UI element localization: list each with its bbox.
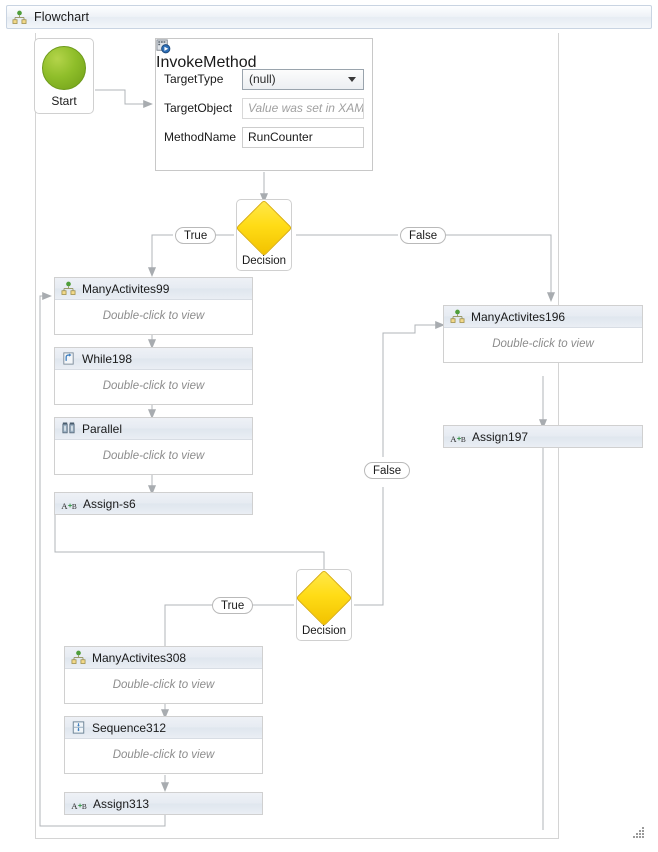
- svg-text:A: A: [450, 434, 457, 444]
- flowchart-icon: [12, 10, 27, 25]
- invoke-method-node[interactable]: InvokeMethod TargetType (null) TargetObj…: [155, 38, 373, 171]
- flowchart-designer: Flowchart: [0, 0, 658, 852]
- activity-node-many-activites-196[interactable]: ManyActivites196 Double-click to view: [443, 305, 643, 363]
- edge-label-false-2: False: [364, 462, 410, 479]
- assign-icon: A B: [71, 798, 85, 809]
- target-type-combobox[interactable]: (null): [242, 69, 364, 90]
- property-label-target-object: TargetObject: [164, 101, 242, 115]
- svg-text:B: B: [461, 435, 466, 444]
- activity-node-assign-s6[interactable]: A B Assign-s6: [54, 492, 253, 515]
- activity-node-many-activites-308[interactable]: ManyActivites308 Double-click to view: [64, 646, 263, 704]
- chevron-down-icon: [348, 77, 356, 82]
- designer-title-bar: Flowchart: [6, 5, 652, 29]
- activity-node-many-activites-99[interactable]: ManyActivites99 Double-click to view: [54, 277, 253, 335]
- node-hint: Double-click to view: [103, 450, 205, 462]
- node-hint: Double-click to view: [113, 749, 215, 761]
- node-hint: Double-click to view: [492, 338, 594, 350]
- svg-text:B: B: [82, 802, 87, 811]
- node-title: Sequence312: [92, 721, 166, 735]
- target-type-value: (null): [249, 72, 276, 86]
- invoke-method-property-grid: TargetType (null) TargetObject Value was…: [156, 62, 372, 148]
- node-hint: Double-click to view: [103, 310, 205, 322]
- decision-diamond-icon: [236, 200, 293, 257]
- edge-label-false-1: False: [400, 227, 446, 244]
- edge-label-true-2: True: [212, 597, 253, 614]
- edge-label-true-1: True: [175, 227, 216, 244]
- decision-node-1[interactable]: Decision: [236, 199, 292, 271]
- method-name-input[interactable]: RunCounter: [242, 127, 364, 148]
- parallel-icon: [61, 421, 76, 436]
- activity-node-sequence-312[interactable]: Sequence312 Double-click to view: [64, 716, 263, 774]
- node-title: Parallel: [82, 422, 122, 436]
- many-activities-icon: [61, 281, 76, 296]
- start-label: Start: [51, 94, 76, 108]
- resize-grip-icon[interactable]: [633, 827, 645, 839]
- node-title: ManyActivites196: [471, 310, 565, 324]
- invoke-method-icon: [156, 39, 171, 54]
- svg-text:A: A: [71, 801, 78, 811]
- start-node[interactable]: Start: [34, 38, 94, 114]
- decision-node-2[interactable]: Decision: [296, 569, 352, 641]
- designer-title: Flowchart: [34, 10, 89, 24]
- activity-node-assign-197[interactable]: A B Assign197: [443, 425, 643, 448]
- node-hint: Double-click to view: [103, 380, 205, 392]
- while-icon: [61, 351, 76, 366]
- assign-icon: A B: [450, 431, 464, 442]
- svg-text:B: B: [72, 502, 77, 511]
- property-label-target-type: TargetType: [164, 72, 242, 86]
- decision-2-label: Decision: [302, 625, 346, 637]
- property-label-method-name: MethodName: [164, 130, 242, 144]
- node-title: While198: [82, 352, 132, 366]
- property-row-target-type: TargetType (null): [164, 68, 364, 90]
- node-title: ManyActivites308: [92, 651, 186, 665]
- target-object-input[interactable]: Value was set in XAML: [242, 98, 364, 119]
- activity-node-parallel[interactable]: Parallel Double-click to view: [54, 417, 253, 475]
- many-activities-icon: [450, 309, 465, 324]
- node-title: Assign313: [93, 797, 149, 811]
- node-title: ManyActivites99: [82, 282, 169, 296]
- assign-icon: A B: [61, 498, 75, 509]
- sequence-icon: [71, 720, 86, 735]
- svg-text:A: A: [61, 501, 68, 511]
- property-row-method-name: MethodName RunCounter: [164, 126, 364, 148]
- property-row-target-object: TargetObject Value was set in XAML: [164, 97, 364, 119]
- node-title: Assign197: [472, 430, 528, 444]
- activity-node-assign-313[interactable]: A B Assign313: [64, 792, 263, 815]
- activity-node-while-198[interactable]: While198 Double-click to view: [54, 347, 253, 405]
- decision-1-label: Decision: [242, 255, 286, 267]
- node-title: Assign-s6: [83, 497, 136, 511]
- many-activities-icon: [71, 650, 86, 665]
- start-circle-icon: [42, 46, 86, 90]
- node-hint: Double-click to view: [113, 679, 215, 691]
- decision-diamond-icon: [296, 570, 353, 627]
